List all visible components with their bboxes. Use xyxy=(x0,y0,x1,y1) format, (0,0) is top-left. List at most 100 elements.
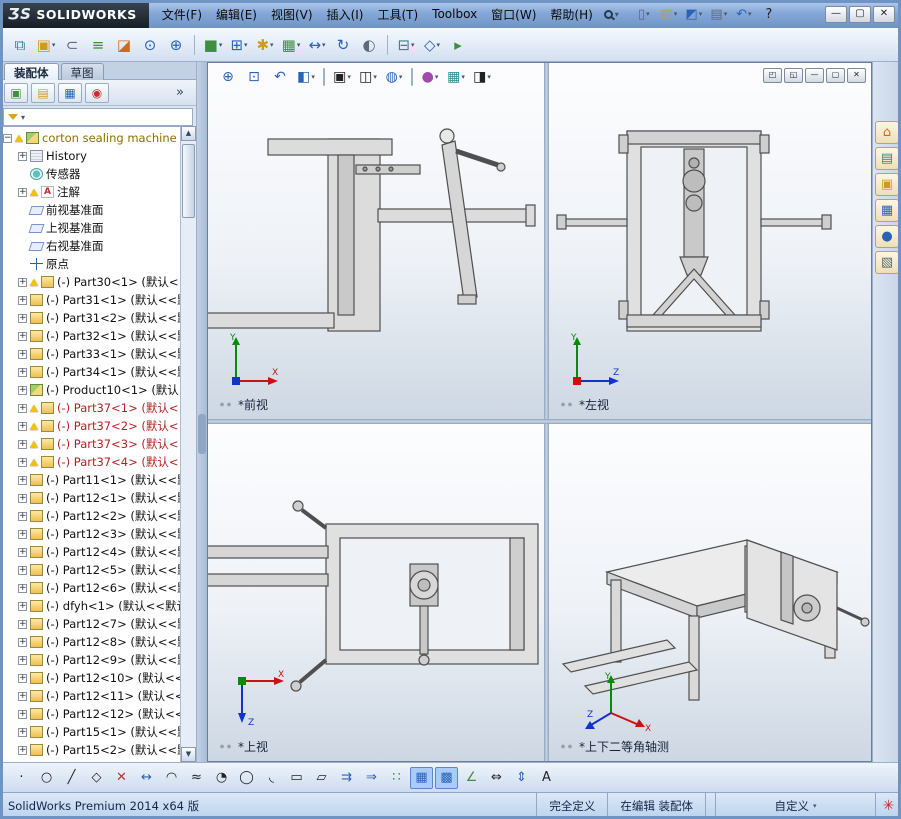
search-dropdown[interactable]: ▾ xyxy=(603,9,619,19)
mate-icon[interactable]: ⊞ xyxy=(227,33,251,57)
close-button[interactable]: ✕ xyxy=(873,5,895,23)
expander-icon[interactable] xyxy=(18,313,27,323)
polygon-icon[interactable]: ◇ xyxy=(85,767,108,789)
tree-item[interactable]: (-) Part12<7> (默认<<默 xyxy=(0,615,180,633)
undo-icon[interactable]: ↶ xyxy=(733,4,755,24)
expander-icon[interactable] xyxy=(18,691,27,701)
motion-study-icon[interactable]: ▸ xyxy=(446,33,470,57)
scroll-up-button[interactable]: ▲ xyxy=(181,126,196,141)
separator[interactable] xyxy=(387,34,388,55)
edit-appearance-icon[interactable]: ● xyxy=(418,66,442,88)
separator[interactable] xyxy=(411,68,413,86)
external-references-icon[interactable]: ≡ xyxy=(86,33,110,57)
view-palette-icon[interactable]: ▦ xyxy=(875,199,899,222)
spline-icon[interactable]: ≈ xyxy=(185,767,208,789)
restore-doc-icon[interactable]: ▢ xyxy=(826,68,845,83)
line-icon[interactable]: ╱ xyxy=(60,767,83,789)
open-icon[interactable]: ▥ xyxy=(658,4,680,24)
expander-icon[interactable] xyxy=(18,277,27,287)
titlebar[interactable]: ƷS SOLIDWORKS 文件(F) 编辑(E) 视图(V) 插入(I) 工具(T) T… xyxy=(0,0,901,28)
tree-item[interactable]: 上视基准面 xyxy=(0,219,180,237)
panel-splitter[interactable] xyxy=(197,62,207,762)
expander-icon[interactable] xyxy=(18,439,27,449)
propertymanager-tab-icon[interactable]: ▤ xyxy=(31,82,55,103)
tree-item[interactable]: 原点 xyxy=(0,255,180,273)
tree-item[interactable]: (-) Part31<2> (默认<<默 xyxy=(0,309,180,327)
expander-icon[interactable] xyxy=(18,583,27,593)
ellipse-icon[interactable]: ◯ xyxy=(235,767,258,789)
viewport-top[interactable]: X Z *上视 xyxy=(208,424,544,761)
maximize-button[interactable]: ▢ xyxy=(849,5,871,23)
search-doc-icon[interactable]: ⊕ xyxy=(164,33,188,57)
offset-entities-icon[interactable]: ⇒ xyxy=(360,767,383,789)
zoom-fit-icon[interactable]: ⊕ xyxy=(216,66,240,88)
help-icon[interactable]: ? xyxy=(758,4,780,24)
menu-item[interactable]: Toolbox xyxy=(425,4,484,24)
menu-item[interactable]: 插入(I) xyxy=(320,3,371,26)
dimxpertmanager-tab-icon[interactable]: ◉ xyxy=(85,82,109,103)
open-folder-icon[interactable]: ▣ xyxy=(34,33,58,57)
rotate-component-icon[interactable]: ↻ xyxy=(331,33,355,57)
menu-item[interactable]: 文件(F) xyxy=(155,3,209,26)
viewport-left[interactable]: Y Z *左视 xyxy=(549,63,871,419)
tree-item[interactable]: (-) Part37<1> (默认< xyxy=(0,399,180,417)
expander-icon[interactable] xyxy=(18,295,27,305)
tree-item[interactable]: (-) Part12<12> (默认<< xyxy=(0,705,180,723)
vertical-dimension-icon[interactable]: ⇕ xyxy=(510,767,533,789)
expander-icon[interactable] xyxy=(18,475,27,485)
section-view-icon[interactable]: ◧ xyxy=(294,66,318,88)
viewport-front[interactable]: Y X *前视 xyxy=(208,63,544,419)
grid-icon[interactable]: ▦ xyxy=(410,766,433,789)
tree-item[interactable]: (-) Product10<1> (默认< xyxy=(0,381,180,399)
commandmanager-tab[interactable]: 草图 xyxy=(60,63,104,80)
circle-icon[interactable]: ○ xyxy=(35,767,58,789)
tree-item[interactable]: (-) Part30<1> (默认< xyxy=(0,273,180,291)
tree-item[interactable]: (-) Part12<9> (默认<<默 xyxy=(0,651,180,669)
tree-item[interactable]: 传感器 xyxy=(0,165,180,183)
expander-icon[interactable] xyxy=(3,133,12,143)
tree-item[interactable]: (-) Part12<2> (默认<<默 xyxy=(0,507,180,525)
separator[interactable] xyxy=(323,68,325,86)
design-library-icon[interactable]: ▤ xyxy=(875,147,899,170)
expander-icon[interactable] xyxy=(18,673,27,683)
tree-item[interactable]: (-) Part37<3> (默认< xyxy=(0,435,180,453)
snap-icon[interactable]: ▩ xyxy=(435,766,458,789)
expander-icon[interactable] xyxy=(18,709,27,719)
display-style-icon[interactable]: ◫ xyxy=(356,66,380,88)
minimize-doc-icon[interactable]: — xyxy=(805,68,824,83)
custom-properties-icon[interactable]: ▧ xyxy=(875,251,899,274)
save-icon[interactable]: ◩ xyxy=(683,4,705,24)
configurationmanager-tab-icon[interactable]: ▦ xyxy=(58,82,82,103)
tree-item[interactable]: (-) Part12<5> (默认<<默 xyxy=(0,561,180,579)
print-icon[interactable]: ▤ xyxy=(708,4,730,24)
scroll-down-button[interactable]: ▼ xyxy=(181,747,196,762)
close-doc-icon[interactable]: ✕ xyxy=(847,68,866,83)
linear-sketch-pattern-icon[interactable]: ∷ xyxy=(385,767,408,789)
expander-icon[interactable] xyxy=(18,727,27,737)
expander-icon[interactable] xyxy=(18,565,27,575)
show-hidden-components-icon[interactable]: ◐ xyxy=(357,33,381,57)
tree-item[interactable]: 注解 xyxy=(0,183,180,201)
edit-component-icon[interactable]: ◪ xyxy=(112,33,136,57)
tree-item[interactable]: (-) Part12<6> (默认<<默 xyxy=(0,579,180,597)
expander-icon[interactable] xyxy=(18,457,27,467)
window-cascade-icon[interactable]: ⧉ xyxy=(8,33,32,57)
tree-item[interactable]: (-) dfyh<1> (默认<<默认 xyxy=(0,597,180,615)
zoom-area-icon[interactable]: ⊡ xyxy=(242,66,266,88)
tree-item[interactable]: (-) Part37<4> (默认< xyxy=(0,453,180,471)
featuremanager-tab-icon[interactable]: ▣ xyxy=(4,82,28,103)
expander-icon[interactable] xyxy=(18,421,27,431)
smart-dimension-icon[interactable]: ⇔ xyxy=(485,767,508,789)
view-settings-icon[interactable]: ◨ xyxy=(470,66,494,88)
panel-collapse-handle[interactable] xyxy=(198,414,206,454)
expander-icon[interactable] xyxy=(18,151,27,161)
component-pattern-icon[interactable]: ▦ xyxy=(279,33,303,57)
tree-item[interactable]: corton sealing machine xyxy=(0,129,180,147)
separator[interactable] xyxy=(194,34,195,55)
file-explorer-icon[interactable]: ▣ xyxy=(875,173,899,196)
tree-item[interactable]: (-) Part15<1> (默认<<默 xyxy=(0,723,180,741)
tree-scrollbar[interactable]: ▲ ▼ xyxy=(180,126,196,762)
corner-rectangle-icon[interactable]: ▭ xyxy=(285,767,308,789)
expander-icon[interactable] xyxy=(18,637,27,647)
menu-item[interactable]: 工具(T) xyxy=(370,3,425,26)
